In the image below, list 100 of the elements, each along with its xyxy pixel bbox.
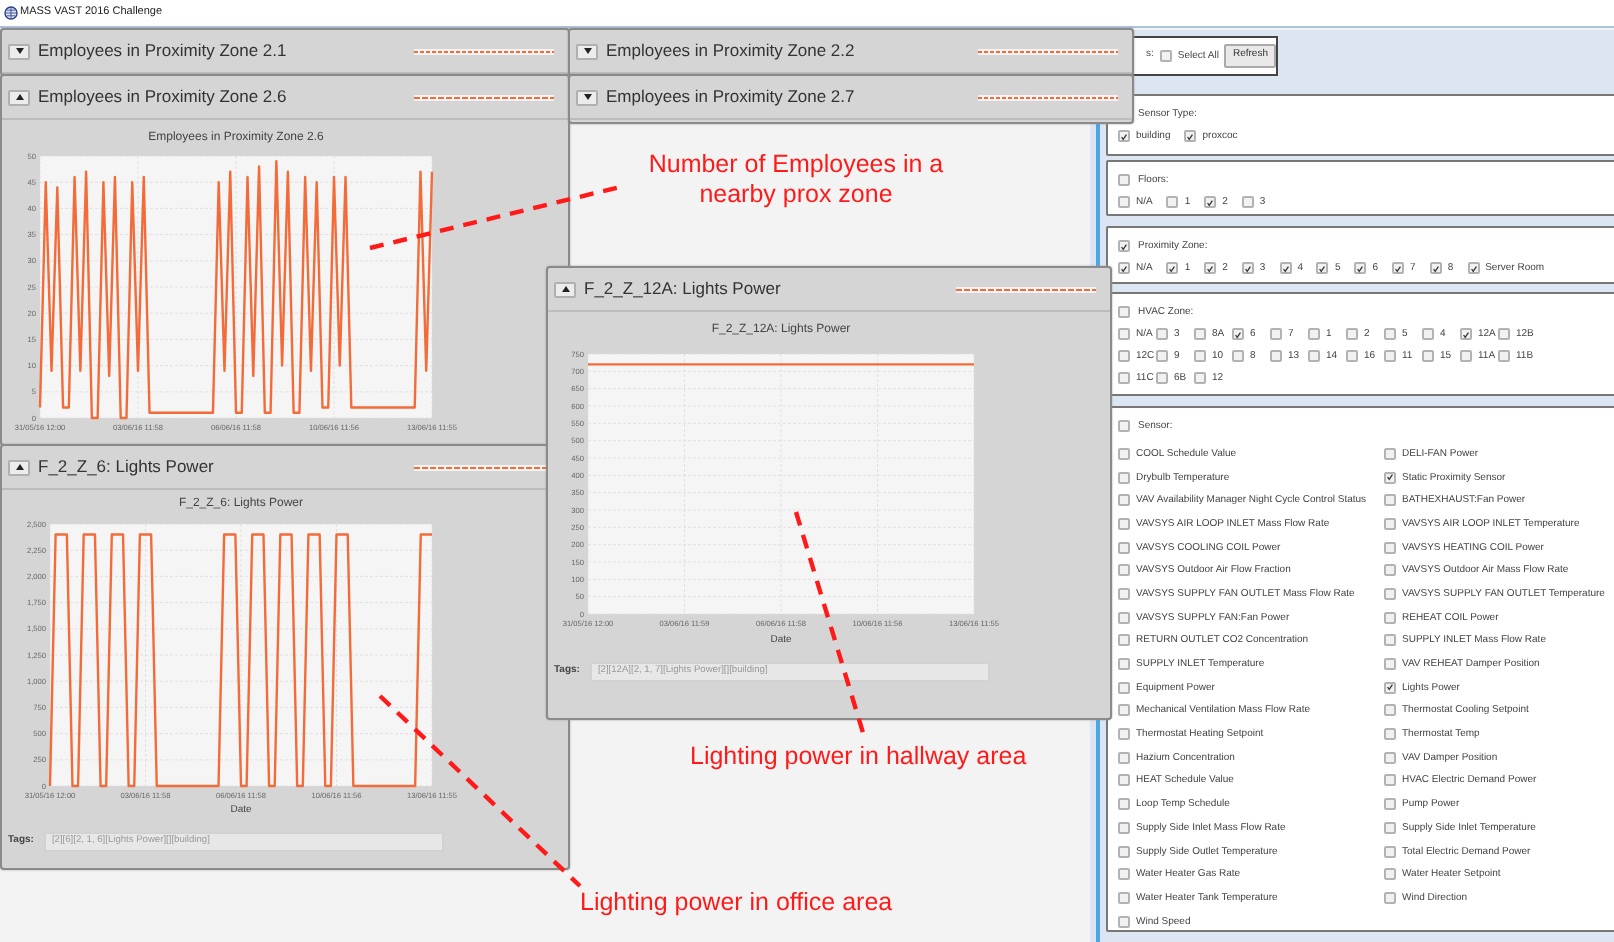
checkbox[interactable] — [1118, 420, 1130, 432]
checkbox[interactable] — [1166, 196, 1179, 208]
checkbox[interactable] — [1384, 328, 1396, 340]
checkbox[interactable] — [1384, 634, 1396, 647]
annotation-text: Lighting power in office area — [580, 888, 893, 918]
checkbox[interactable] — [1118, 587, 1130, 600]
caret-icon — [15, 94, 23, 100]
checkbox[interactable] — [1159, 50, 1172, 62]
checkbox[interactable] — [1270, 350, 1282, 362]
checkbox[interactable] — [1384, 447, 1396, 460]
checkbox[interactable] — [1166, 262, 1179, 274]
checkbox[interactable] — [1384, 681, 1396, 694]
checkbox[interactable] — [1118, 471, 1130, 484]
checkbox[interactable] — [1118, 196, 1130, 208]
caret-icon — [561, 286, 569, 292]
panel-title: F_2_Z_12A: Lights Power — [584, 276, 781, 302]
checkbox[interactable] — [1118, 541, 1130, 554]
checkbox[interactable] — [1118, 845, 1130, 858]
checkbox[interactable] — [1184, 130, 1197, 142]
checkbox[interactable] — [1384, 658, 1396, 671]
checkbox[interactable] — [1308, 328, 1320, 340]
checkbox[interactable] — [1498, 328, 1510, 340]
checkbox[interactable] — [1384, 541, 1396, 554]
checkbox[interactable] — [1384, 868, 1396, 881]
checkbox[interactable] — [1354, 262, 1367, 274]
checkbox[interactable] — [1118, 658, 1130, 671]
checkbox[interactable] — [1118, 774, 1130, 787]
checkbox[interactable] — [1384, 704, 1396, 717]
checkbox[interactable] — [1384, 564, 1396, 577]
checkbox[interactable] — [1384, 798, 1396, 811]
checkbox[interactable] — [1384, 611, 1396, 624]
checkbox[interactable] — [1118, 350, 1130, 362]
checkbox[interactable] — [1316, 262, 1329, 274]
checkbox[interactable] — [1422, 350, 1434, 362]
checkbox[interactable] — [1308, 350, 1320, 362]
checkbox[interactable] — [1118, 240, 1130, 252]
checkbox[interactable] — [1204, 196, 1217, 208]
checkbox[interactable] — [1118, 751, 1130, 764]
checkbox[interactable] — [1118, 306, 1130, 318]
checkbox[interactable] — [1118, 704, 1130, 717]
checkbox[interactable] — [1392, 262, 1405, 274]
caret-icon — [15, 464, 23, 470]
checkbox[interactable] — [1118, 891, 1130, 904]
collapse-button[interactable] — [8, 459, 30, 475]
caret-icon — [583, 94, 591, 100]
checkbox[interactable] — [1429, 262, 1442, 274]
checkbox[interactable] — [1384, 350, 1396, 362]
checkbox[interactable] — [1460, 328, 1472, 340]
checkbox[interactable] — [1270, 328, 1282, 340]
checkbox[interactable] — [1204, 262, 1217, 274]
checkbox[interactable] — [1118, 868, 1130, 881]
checkbox[interactable] — [1194, 328, 1206, 340]
checkbox[interactable] — [1118, 447, 1130, 460]
checkbox[interactable] — [1118, 821, 1130, 834]
checkbox[interactable] — [1346, 328, 1358, 340]
checkbox[interactable] — [1156, 350, 1168, 362]
checkbox[interactable] — [1118, 174, 1130, 186]
checkbox[interactable] — [1384, 587, 1396, 600]
checkbox[interactable] — [1118, 681, 1130, 694]
checkbox[interactable] — [1118, 728, 1130, 741]
checkbox[interactable] — [1118, 372, 1130, 384]
checkbox[interactable] — [1384, 471, 1396, 484]
collapse-button[interactable] — [8, 89, 30, 105]
checkbox[interactable] — [1118, 564, 1130, 577]
checkbox[interactable] — [1118, 494, 1130, 507]
expand-button[interactable] — [8, 43, 30, 59]
checkbox[interactable] — [1467, 262, 1480, 274]
checkbox[interactable] — [1118, 798, 1130, 811]
checkbox[interactable] — [1384, 517, 1396, 530]
checkbox[interactable] — [1460, 350, 1472, 362]
expand-button[interactable] — [576, 43, 598, 59]
checkbox[interactable] — [1232, 328, 1244, 340]
checkbox[interactable] — [1118, 328, 1130, 340]
checkbox[interactable] — [1194, 372, 1206, 384]
checkbox[interactable] — [1384, 845, 1396, 858]
checkbox[interactable] — [1118, 517, 1130, 530]
checkbox[interactable] — [1241, 262, 1254, 274]
checkbox[interactable] — [1422, 328, 1434, 340]
checkbox[interactable] — [1118, 611, 1130, 624]
checkbox[interactable] — [1384, 891, 1396, 904]
checkbox[interactable] — [1498, 350, 1510, 362]
collapse-button[interactable] — [554, 281, 576, 297]
checkbox[interactable] — [1346, 350, 1358, 362]
checkbox[interactable] — [1118, 634, 1130, 647]
checkbox[interactable] — [1118, 262, 1130, 274]
checkbox[interactable] — [1384, 728, 1396, 741]
checkbox[interactable] — [1384, 751, 1396, 764]
checkbox[interactable] — [1384, 821, 1396, 834]
checkbox[interactable] — [1241, 196, 1254, 208]
checkbox[interactable] — [1279, 262, 1292, 274]
checkbox[interactable] — [1156, 328, 1168, 340]
expand-button[interactable] — [576, 89, 598, 105]
checkbox[interactable] — [1194, 350, 1206, 362]
checkbox[interactable] — [1384, 774, 1396, 787]
checkbox[interactable] — [1118, 130, 1130, 142]
checkbox[interactable] — [1118, 915, 1130, 928]
checkbox[interactable] — [1232, 350, 1244, 362]
checkbox[interactable] — [1384, 494, 1396, 507]
caret-icon — [583, 48, 591, 54]
checkbox[interactable] — [1156, 372, 1168, 384]
